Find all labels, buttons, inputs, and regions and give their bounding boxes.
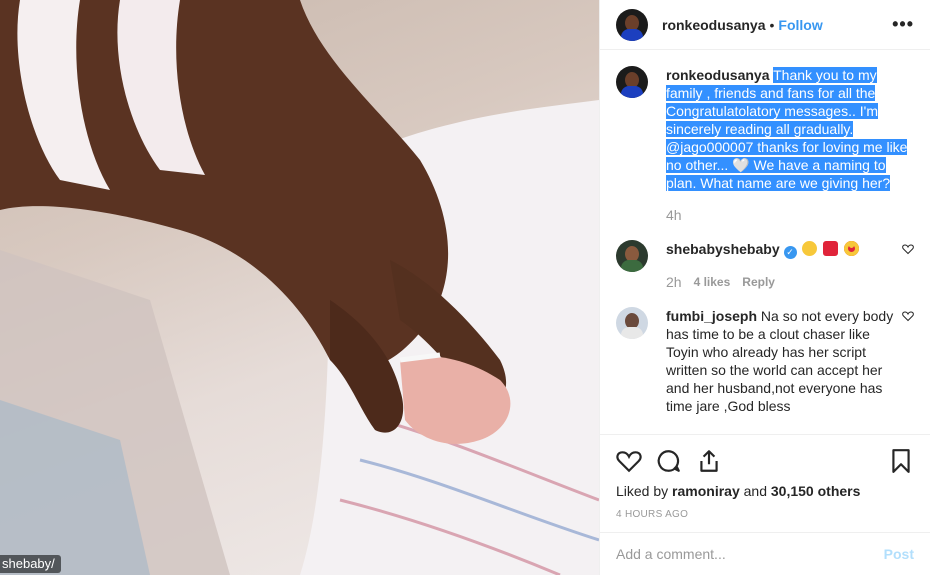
actions-section: Liked by ramoniray and 30,150 others 4 H… [600, 434, 930, 522]
bookmark-icon[interactable] [888, 448, 914, 474]
share-icon[interactable] [696, 448, 722, 474]
commenter-avatar[interactable] [616, 307, 648, 339]
wink-emoji-icon [802, 241, 818, 256]
photo-tag-label[interactable]: shebaby/ [0, 555, 61, 573]
more-options-icon[interactable]: ••• [892, 14, 914, 35]
caption-time[interactable]: 4h [666, 206, 682, 224]
comment-time[interactable]: 2h [666, 273, 682, 291]
post-time[interactable]: 4 HOURS AGO [616, 509, 914, 520]
comment-username[interactable]: shebabyshebaby [666, 241, 780, 257]
caption-text: Thank you to my family , friends and fan… [666, 67, 908, 191]
comment-like-heart-icon[interactable] [902, 310, 914, 322]
reply-button[interactable]: Reply [742, 273, 775, 291]
instagram-post: shebaby/ ronkeodusanya • Follow ••• ronk… [0, 0, 930, 575]
comment-likes[interactable]: 4 likes [694, 273, 731, 291]
action-bar [616, 443, 914, 479]
post-header: ronkeodusanya • Follow ••• [600, 0, 930, 50]
commenter-avatar[interactable] [616, 240, 648, 272]
header-username[interactable]: ronkeodusanya [662, 17, 765, 33]
liked-by: Liked by ramoniray and 30,150 others [616, 483, 914, 499]
caption-username[interactable]: ronkeodusanya [666, 67, 769, 83]
liked-prefix: Liked by [616, 483, 669, 499]
red-heart-emoji-icon [823, 241, 839, 256]
header-separator: • [769, 16, 775, 33]
comment-username[interactable]: fumbi_joseph [666, 308, 757, 324]
liked-count[interactable]: 30,150 others [771, 483, 861, 499]
liked-and: and [743, 483, 767, 499]
heart-eyes-emoji-icon [844, 241, 860, 256]
caption: ronkeodusanya Thank you to my family , f… [616, 66, 914, 224]
verified-badge-icon: ✓ [783, 246, 797, 259]
post-sidebar: ronkeodusanya • Follow ••• ronkeodusanya… [600, 0, 930, 575]
comment-item: fumbi_joseph Na so not every body has ti… [616, 307, 914, 415]
photo-illustration [0, 0, 599, 575]
follow-button[interactable]: Follow [778, 17, 822, 33]
post-button[interactable]: Post [884, 546, 914, 562]
comment-bubble-icon[interactable] [656, 448, 682, 474]
comment-input[interactable] [616, 546, 884, 562]
like-heart-icon[interactable] [616, 448, 642, 474]
liked-user[interactable]: ramoniray [672, 483, 740, 499]
avatar[interactable] [616, 8, 648, 41]
comment-item: shebabyshebaby ✓ 2h 4 likes Reply [616, 240, 914, 291]
post-photo[interactable]: shebaby/ [0, 0, 599, 575]
comments-section[interactable]: ronkeodusanya Thank you to my family , f… [600, 50, 930, 434]
comment-like-heart-icon[interactable] [902, 243, 914, 255]
avatar[interactable] [616, 66, 648, 98]
add-comment-bar: Post [600, 532, 930, 575]
